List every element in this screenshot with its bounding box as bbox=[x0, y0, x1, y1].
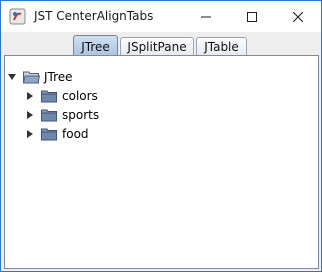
java-app-icon bbox=[9, 8, 26, 25]
title-bar[interactable]: JST CenterAlignTabs bbox=[1, 1, 321, 32]
tab-jsplitpane[interactable]: JSplitPane bbox=[120, 37, 194, 56]
content-pane: JTree JSplitPane JTable JTree colors spo… bbox=[1, 32, 321, 271]
tree-node-root[interactable]: JTree bbox=[7, 68, 73, 86]
tree-node-food[interactable]: food bbox=[25, 125, 89, 143]
triangle-right-icon bbox=[27, 130, 33, 138]
tree-node-colors[interactable]: colors bbox=[25, 87, 98, 105]
tab-jtable[interactable]: JTable bbox=[196, 37, 247, 56]
close-button[interactable] bbox=[275, 1, 321, 32]
expand-toggle[interactable] bbox=[7, 72, 17, 82]
expand-toggle[interactable] bbox=[25, 91, 35, 101]
tree-node-label: food bbox=[62, 127, 89, 141]
tab-content-panel: JTree colors sports food bbox=[4, 55, 319, 269]
triangle-right-icon bbox=[27, 111, 33, 119]
tree-node-sports[interactable]: sports bbox=[25, 106, 99, 124]
minimize-button[interactable] bbox=[183, 1, 229, 32]
triangle-down-icon bbox=[8, 74, 16, 80]
tab-strip: JTree JSplitPane JTable bbox=[1, 34, 321, 57]
maximize-button[interactable] bbox=[229, 1, 275, 32]
expand-toggle[interactable] bbox=[25, 110, 35, 120]
expand-toggle[interactable] bbox=[25, 129, 35, 139]
app-window: JST CenterAlignTabs JTree JSplitPane JTa… bbox=[0, 0, 322, 272]
tree-node-label: JTree bbox=[44, 70, 73, 84]
tree-node-label: colors bbox=[62, 89, 98, 103]
close-icon bbox=[293, 11, 303, 22]
triangle-right-icon bbox=[27, 92, 33, 100]
tree-node-label: sports bbox=[62, 108, 100, 122]
maximize-icon bbox=[247, 11, 257, 22]
folder-icon bbox=[41, 109, 57, 122]
folder-icon bbox=[41, 90, 57, 103]
tab-jtree[interactable]: JTree bbox=[73, 35, 118, 57]
folder-icon bbox=[41, 128, 57, 141]
window-title: JST CenterAlignTabs bbox=[34, 9, 154, 23]
minimize-icon bbox=[201, 16, 211, 17]
folder-open-icon bbox=[23, 71, 40, 84]
